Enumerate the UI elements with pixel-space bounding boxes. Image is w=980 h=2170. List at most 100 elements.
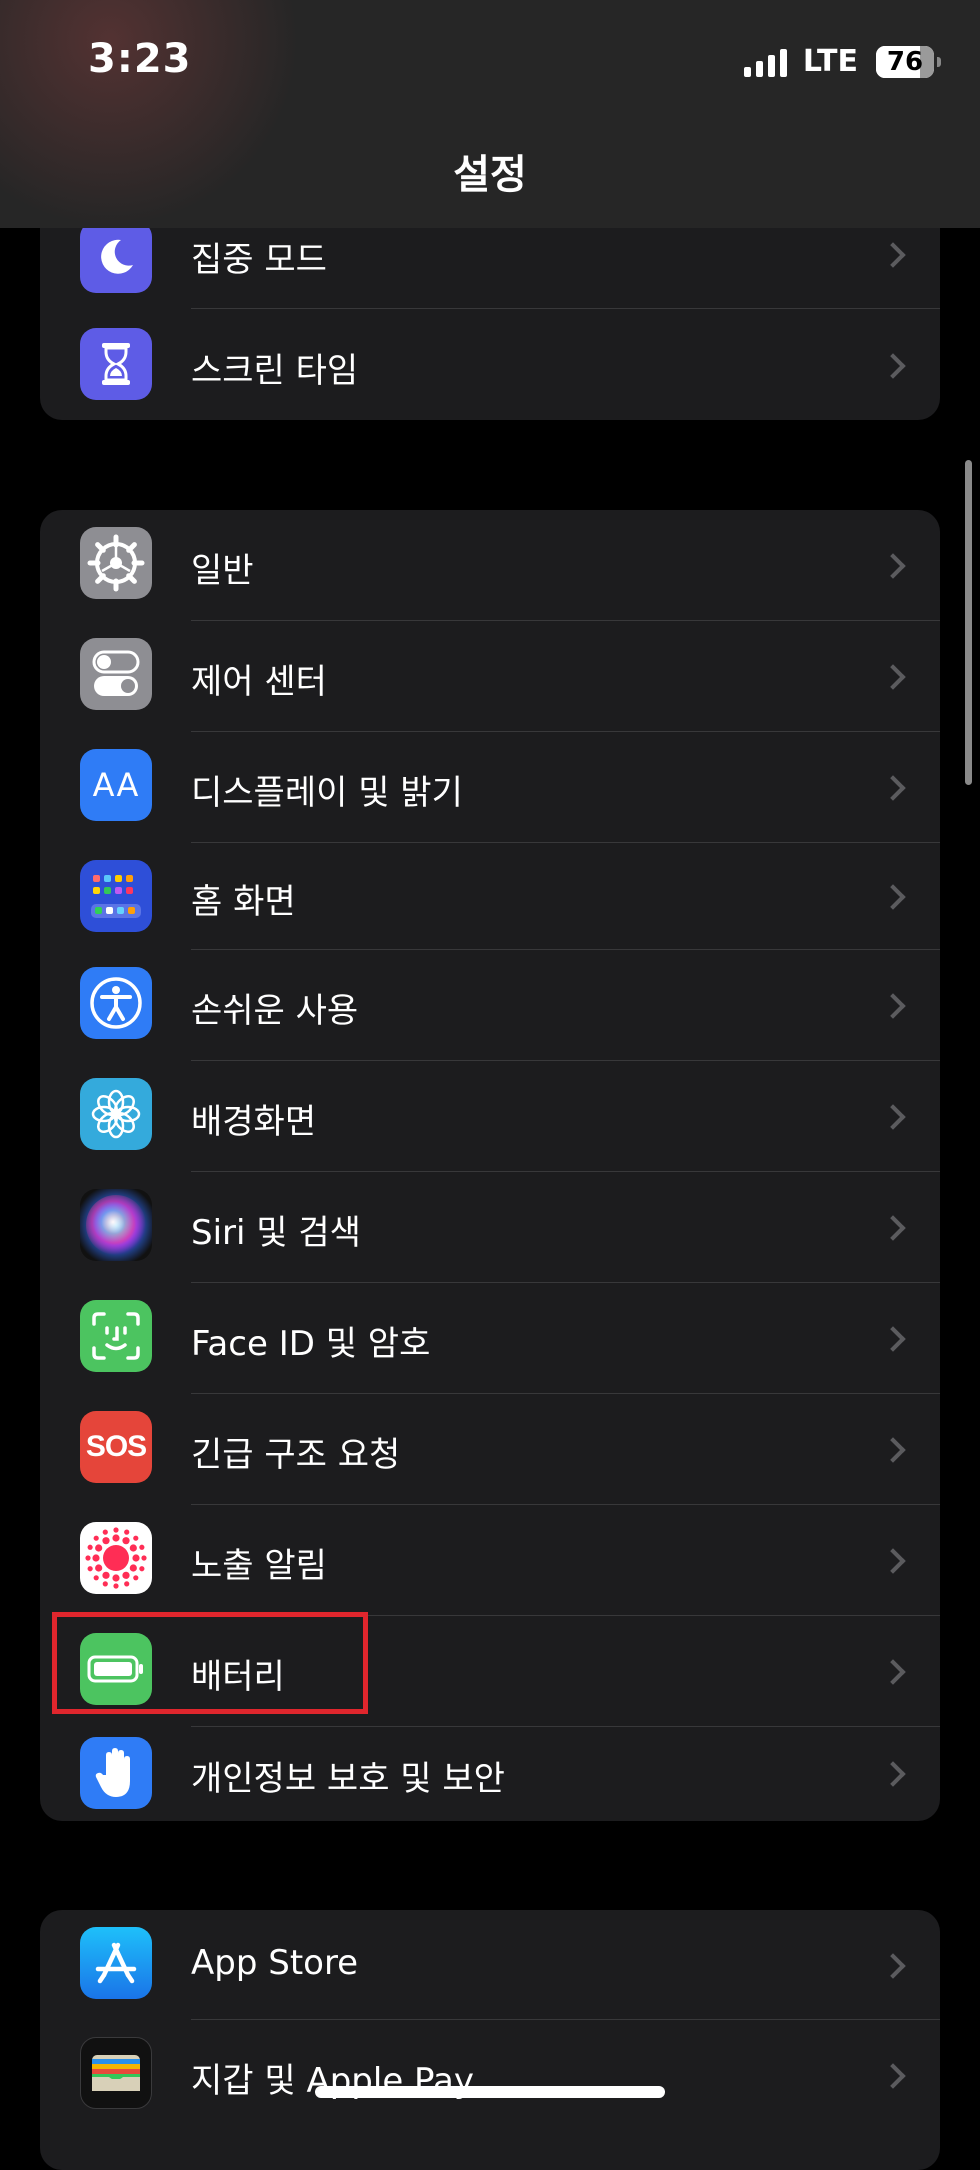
exposure-dot xyxy=(92,1554,100,1562)
exposure-dot xyxy=(129,1544,137,1552)
chevron-right-icon xyxy=(880,1104,906,1130)
chevron-right-icon xyxy=(880,553,906,579)
gear-icon xyxy=(80,527,152,599)
chevron-right-icon xyxy=(880,1215,906,1241)
row-label: 제어 센터 xyxy=(191,662,327,702)
settings-row-exposure[interactable]: 노출 알림 xyxy=(40,1505,940,1615)
row-label: 배경화면 xyxy=(191,1102,317,1142)
exposure-dot xyxy=(102,1529,108,1535)
exposure-dot xyxy=(102,1581,108,1587)
chevron-right-icon xyxy=(880,775,906,801)
text-size-glyph: AA xyxy=(92,766,140,804)
settings-row-siri[interactable]: Siri 및 검색 xyxy=(40,1172,940,1282)
flower-icon xyxy=(80,1078,152,1150)
chevron-right-icon xyxy=(880,242,906,268)
exposure-dot xyxy=(112,1574,120,1582)
wallet-icon xyxy=(80,2037,152,2109)
status-battery-icon: 76 xyxy=(876,45,941,78)
exposure-dot xyxy=(113,1527,119,1533)
vertical-scrollbar[interactable] xyxy=(965,460,972,785)
sos-glyph: SOS xyxy=(85,1430,147,1463)
exposure-dot xyxy=(122,1571,130,1579)
exposure-dot xyxy=(102,1537,110,1545)
accessibility-icon xyxy=(80,967,152,1039)
settings-row-wallpaper[interactable]: 배경화면 xyxy=(40,1061,940,1171)
network-type: LTE xyxy=(802,44,858,79)
settings-row-app-store[interactable]: App Store xyxy=(40,1910,940,2019)
home-indicator[interactable] xyxy=(315,2086,665,2098)
chevron-right-icon xyxy=(880,1761,906,1787)
status-time: 3:23 xyxy=(88,36,192,82)
exposure-dot xyxy=(93,1575,99,1581)
chevron-right-icon xyxy=(880,664,906,690)
row-label: 홈 화면 xyxy=(191,882,296,922)
app-store-icon xyxy=(80,1927,152,1999)
row-label: 노출 알림 xyxy=(191,1546,327,1586)
exposure-dot xyxy=(95,1564,103,1572)
settings-row-emergency-sos[interactable]: SOS 긴급 구조 요청 xyxy=(40,1394,940,1504)
row-label: 스크린 타임 xyxy=(191,351,359,391)
exposure-dot xyxy=(93,1535,99,1541)
chevron-right-icon xyxy=(880,1548,906,1574)
exposure-dot xyxy=(124,1529,130,1535)
battery-level: 76 xyxy=(886,46,924,77)
battery-highlight-box xyxy=(52,1612,368,1714)
sos-icon: SOS xyxy=(80,1411,152,1483)
exposure-dot xyxy=(133,1535,139,1541)
exposure-dot xyxy=(85,1555,91,1561)
row-label: 손쉬운 사용 xyxy=(191,991,359,1031)
chevron-right-icon xyxy=(880,993,906,1019)
exposure-dot xyxy=(113,1583,119,1589)
text-size-icon: AA xyxy=(80,749,152,821)
chevron-right-icon xyxy=(880,1953,906,1979)
moon-icon xyxy=(80,221,152,293)
exposure-dot xyxy=(139,1544,145,1550)
toggles-icon xyxy=(80,638,152,710)
exposure-dot xyxy=(124,1581,130,1587)
face-id-icon xyxy=(80,1300,152,1372)
row-label: 일반 xyxy=(191,551,254,591)
chevron-right-icon xyxy=(880,1437,906,1463)
chevron-right-icon xyxy=(880,2063,906,2089)
settings-row-home-screen[interactable]: 홈 화면 xyxy=(40,843,940,949)
exposure-dots-icon xyxy=(80,1522,152,1594)
page-title: 설정 xyxy=(453,152,527,198)
exposure-dot xyxy=(87,1544,93,1550)
settings-row-general[interactable]: 일반 xyxy=(40,510,940,620)
settings-row-display[interactable]: AA 디스플레이 및 밝기 xyxy=(40,732,940,842)
exposure-dot xyxy=(139,1566,145,1572)
exposure-dot xyxy=(102,1571,110,1579)
hourglass-icon xyxy=(80,328,152,400)
settings-row-accessibility[interactable]: 손쉬운 사용 xyxy=(40,950,940,1060)
row-label: 디스플레이 및 밝기 xyxy=(191,773,463,813)
exposure-dot xyxy=(141,1555,147,1561)
exposure-dot xyxy=(87,1566,93,1572)
chevron-right-icon xyxy=(880,353,906,379)
hand-icon xyxy=(80,1737,152,1809)
exposure-dot xyxy=(129,1564,137,1572)
row-label: 개인정보 보호 및 보안 xyxy=(191,1759,505,1799)
exposure-dot xyxy=(122,1537,130,1545)
settings-row-wallet[interactable]: 지갑 및 Apple Pay xyxy=(40,2020,940,2130)
settings-row-privacy[interactable]: 개인정보 보호 및 보안 xyxy=(40,1727,940,1821)
chevron-right-icon xyxy=(880,1326,906,1352)
exposure-dot xyxy=(112,1534,120,1542)
exposure-dot xyxy=(132,1554,140,1562)
app-grid-icon xyxy=(80,860,152,932)
row-label: 긴급 구조 요청 xyxy=(191,1435,401,1475)
settings-group-store: App Store 지갑 및 Apple Pay xyxy=(40,1910,940,2170)
status-indicators: LTE 76 xyxy=(743,44,941,79)
settings-row-control-center[interactable]: 제어 센터 xyxy=(40,621,940,731)
exposure-dot xyxy=(133,1575,139,1581)
chevron-right-icon xyxy=(880,1659,906,1685)
settings-row-screen-time[interactable]: 스크린 타임 xyxy=(40,309,940,420)
row-label: App Store xyxy=(191,1943,359,1983)
chevron-right-icon xyxy=(880,884,906,910)
siri-icon xyxy=(80,1189,152,1261)
settings-row-face-id[interactable]: Face ID 및 암호 xyxy=(40,1283,940,1393)
row-label: Siri 및 검색 xyxy=(191,1213,361,1253)
row-label: Face ID 및 암호 xyxy=(191,1324,431,1364)
exposure-dot xyxy=(95,1544,103,1552)
cellular-signal-icon xyxy=(743,47,787,77)
row-label: 집중 모드 xyxy=(191,240,327,280)
